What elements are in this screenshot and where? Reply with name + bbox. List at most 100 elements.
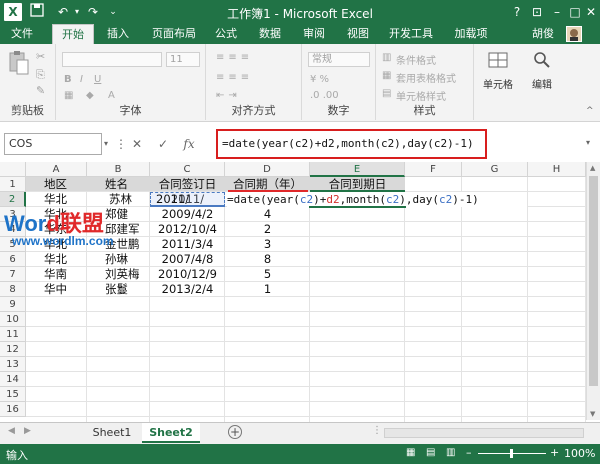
table-cell[interactable]: 2012/10/4: [150, 222, 225, 237]
column-header-e[interactable]: E: [310, 162, 405, 177]
cancel-formula-icon[interactable]: ✕: [128, 133, 146, 155]
row-header-15[interactable]: 15: [0, 387, 26, 402]
row-header-14[interactable]: 14: [0, 372, 26, 387]
user-name[interactable]: 胡俊: [528, 24, 558, 44]
row-header-13[interactable]: 13: [0, 357, 26, 372]
font-name-combo[interactable]: [62, 52, 162, 67]
tab-sheet2[interactable]: Sheet2: [142, 423, 200, 443]
scroll-up-icon[interactable]: ▲: [590, 164, 595, 172]
tab-formulas[interactable]: 公式: [208, 24, 244, 44]
table-cell[interactable]: 华南: [26, 267, 87, 282]
align-top-icons[interactable]: ≡≡≡: [216, 52, 253, 63]
bold-icon[interactable]: B: [64, 74, 72, 85]
cut-icon[interactable]: ✂: [36, 50, 45, 63]
cells-icon[interactable]: [488, 50, 508, 70]
table-cell[interactable]: 华北: [26, 192, 87, 207]
fill-color-icon[interactable]: ◆: [86, 90, 94, 101]
tab-review[interactable]: 审阅: [296, 24, 332, 44]
column-header-g[interactable]: G: [462, 162, 528, 177]
header-cell[interactable]: 合同到期日: [310, 177, 405, 192]
enter-formula-icon[interactable]: ✓: [154, 133, 172, 155]
collapse-ribbon-icon[interactable]: ^: [586, 106, 594, 116]
tab-split-icon[interactable]: ⋮: [372, 425, 382, 436]
table-cell[interactable]: 苏林: [87, 192, 150, 207]
table-cell[interactable]: 3: [225, 237, 310, 252]
select-all-corner[interactable]: [0, 162, 26, 177]
close-icon[interactable]: ✕: [580, 0, 600, 24]
font-size-combo[interactable]: 11: [166, 52, 200, 67]
table-cell[interactable]: 孙琳: [87, 252, 150, 267]
row-header-6[interactable]: 6: [0, 252, 26, 267]
formula-input[interactable]: =date(year(c2)+d2,month(c2),day(c2)-1): [216, 129, 487, 159]
tab-sheet1[interactable]: Sheet1: [84, 423, 140, 443]
table-cell[interactable]: 刘英梅: [87, 267, 150, 282]
scroll-thumb[interactable]: [589, 176, 598, 386]
paste-icon[interactable]: [8, 50, 30, 76]
cell-style-button[interactable]: 单元格样式: [396, 88, 446, 103]
normal-view-icon[interactable]: ▦: [406, 447, 415, 458]
column-header-b[interactable]: B: [87, 162, 150, 177]
table-cell[interactable]: 5: [225, 267, 310, 282]
insert-function-icon[interactable]: fx: [180, 133, 198, 155]
column-header-d[interactable]: D: [225, 162, 310, 177]
number-format-combo[interactable]: 常规: [308, 52, 370, 67]
row-header-2[interactable]: 2: [0, 192, 26, 207]
format-painter-icon[interactable]: ✎: [36, 84, 45, 97]
ribbon-display-icon[interactable]: ⊡: [526, 0, 548, 24]
table-format-icon[interactable]: ▦: [382, 70, 391, 81]
table-cell[interactable]: 华北: [26, 252, 87, 267]
tab-insert[interactable]: 插入: [98, 24, 138, 44]
column-header-h[interactable]: H: [528, 162, 586, 177]
add-sheet-icon[interactable]: +: [228, 425, 242, 439]
cell-style-icon[interactable]: ▤: [382, 88, 391, 99]
help-icon[interactable]: ?: [506, 0, 528, 24]
row-header-9[interactable]: 9: [0, 297, 26, 312]
header-cell[interactable]: 合同签订日: [150, 177, 225, 192]
table-cell[interactable]: 2010/12/9: [150, 267, 225, 282]
avatar[interactable]: [566, 26, 582, 42]
conditional-format-button[interactable]: 条件格式: [396, 52, 436, 67]
cells-button[interactable]: 单元格: [476, 76, 520, 91]
column-header-a[interactable]: A: [26, 162, 87, 177]
table-cell[interactable]: 张鬘: [87, 282, 150, 297]
header-cell[interactable]: 合同期（年）: [225, 177, 310, 192]
table-cell[interactable]: 2007/4/8: [150, 252, 225, 267]
tab-view[interactable]: 视图: [340, 24, 376, 44]
table-cell[interactable]: 2009/4/2: [150, 207, 225, 222]
table-cell[interactable]: 8: [225, 252, 310, 267]
header-cell[interactable]: 地区: [26, 177, 87, 192]
font-color-icon[interactable]: A: [108, 90, 115, 101]
column-header-f[interactable]: F: [405, 162, 462, 177]
expand-formula-bar-icon[interactable]: ▾: [586, 138, 590, 147]
table-cell[interactable]: 2: [225, 222, 310, 237]
find-icon[interactable]: [532, 50, 552, 70]
tab-developer[interactable]: 开发工具: [384, 24, 438, 44]
horizontal-scrollbar[interactable]: [384, 428, 584, 438]
worksheet-grid[interactable]: ABCDEFGH 1 2 3 4 5 6 7 8 9 10 11 12 13 14 15 16 地区 姓名 合同签…: [0, 162, 586, 422]
header-cell[interactable]: 姓名: [87, 177, 150, 192]
zoom-slider-thumb[interactable]: [510, 449, 513, 458]
tab-page-layout[interactable]: 页面布局: [146, 24, 202, 44]
align-horizontal-icons[interactable]: ≡≡≡: [216, 72, 253, 83]
table-cell[interactable]: 2013/2/4: [150, 282, 225, 297]
scroll-down-icon[interactable]: ▼: [590, 410, 595, 418]
table-cell[interactable]: 4: [225, 207, 310, 222]
row-header-11[interactable]: 11: [0, 327, 26, 342]
underline-icon[interactable]: U: [94, 74, 101, 85]
table-cell[interactable]: 2011/3/4: [150, 237, 225, 252]
name-box[interactable]: COS: [4, 133, 102, 155]
zoom-in-icon[interactable]: +: [550, 446, 559, 459]
table-cell[interactable]: 1: [225, 282, 310, 297]
row-header-16[interactable]: 16: [0, 402, 26, 417]
row-header-12[interactable]: 12: [0, 342, 26, 357]
table-format-button[interactable]: 套用表格格式: [396, 70, 456, 85]
indent-icons[interactable]: ⇤⇥: [216, 90, 241, 101]
column-header-c[interactable]: C: [150, 162, 225, 177]
zoom-out-icon[interactable]: –: [466, 446, 472, 459]
currency-icon[interactable]: ¥ %: [310, 74, 329, 85]
next-sheet-icon[interactable]: ▶: [24, 426, 31, 436]
vertical-scrollbar[interactable]: ▲ ▼: [586, 162, 600, 420]
tab-home[interactable]: 开始: [52, 24, 94, 44]
decimal-icons[interactable]: .0 .00: [310, 90, 339, 101]
tab-file[interactable]: 文件: [0, 24, 44, 44]
